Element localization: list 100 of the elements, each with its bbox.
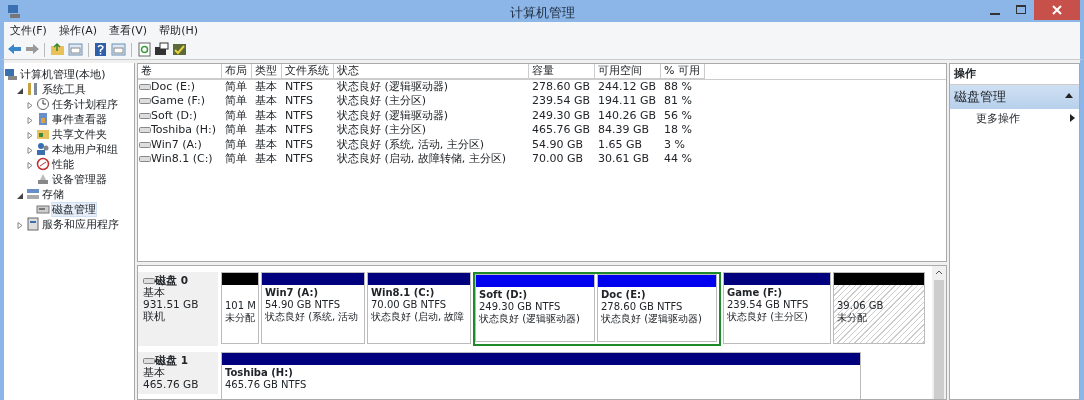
drive-properties-icon[interactable] [154, 42, 170, 57]
table-cell-text: 56 % [663, 108, 693, 124]
action-link[interactable]: 更多操作 [976, 110, 1020, 128]
column-header[interactable]: 状态 [334, 63, 529, 79]
folder-up-icon[interactable] [50, 42, 65, 57]
table-cell-text: 状态良好 (逻辑驱动器) [336, 79, 450, 95]
menu-item[interactable]: 文件(F) [4, 22, 53, 40]
table-cell-text: 70.00 GB [531, 152, 585, 167]
drive-icon [139, 82, 151, 91]
close-icon [1052, 4, 1062, 15]
tree-item[interactable]: 任务计划程序 [52, 97, 118, 111]
column-header[interactable]: % 可用 [661, 63, 705, 79]
table-cell-text: 239.54 GB [531, 94, 592, 109]
drive-icon [139, 126, 151, 135]
table-cell-text: 状态良好 (主分区) [336, 123, 428, 138]
action-section[interactable]: 磁盘管理 [950, 85, 1079, 109]
column-header[interactable]: 可用空间 [595, 63, 661, 79]
tree-item[interactable]: 本地用户和组 [52, 142, 118, 156]
tree-item[interactable]: 系统工具 [42, 82, 86, 96]
table-cell-text: 194.11 GB [597, 94, 658, 109]
expanded-triangle-icon[interactable] [17, 192, 23, 200]
partition[interactable]: Game (F:) 239.54 GB NTFS 状态良好 (主分区) [723, 272, 831, 345]
partition-label: Win8.1 (C:) [371, 287, 436, 300]
tree-item[interactable]: 磁盘管理 [52, 202, 96, 216]
table-cell-text: 简单 [224, 152, 248, 167]
disk-type: 基本 [143, 286, 166, 299]
partition-status: 状态良好 (启动, 故障 [371, 311, 466, 324]
table-cell-text: 54.90 GB [531, 137, 585, 153]
tree-item[interactable]: 事件查看器 [52, 112, 107, 126]
tree-item[interactable]: 设备管理器 [52, 172, 107, 186]
tree-item[interactable]: 共享文件夹 [52, 127, 107, 141]
table-cell-text: NTFS [284, 137, 315, 153]
expanded-triangle-icon[interactable] [17, 87, 23, 95]
table-cell: Win7 (A:) [151, 137, 202, 151]
drive-check-icon[interactable] [172, 42, 187, 57]
table-cell-text: 249.30 GB [531, 108, 592, 124]
tree-item[interactable]: 服务和应用程序 [42, 217, 119, 231]
column-header[interactable]: 容量 [529, 63, 595, 79]
tree-item[interactable]: 存储 [42, 187, 64, 201]
partition-status: 状态良好 (主分区) [727, 311, 809, 324]
drive-icon [143, 357, 155, 366]
collapse-arrow-icon[interactable] [1065, 93, 1073, 99]
table-cell-text: 简单 [224, 94, 248, 109]
table-cell-text: 基本 [254, 108, 278, 124]
collapsed-triangle-icon[interactable] [27, 132, 33, 140]
book-icon [36, 111, 50, 126]
partition-size: 39.06 GB [837, 300, 885, 313]
partition[interactable]: Win7 (A:) 54.90 GB NTFS 状态良好 (系统, 活动 [261, 272, 365, 345]
disk-size: 465.76 GB [143, 378, 200, 391]
close-button[interactable] [1034, 0, 1080, 20]
window-title: 计算机管理 [508, 4, 576, 22]
disk-type: 基本 [143, 366, 166, 379]
help-icon[interactable] [93, 42, 109, 57]
table-cell-text: 状态良好 (系统, 活动, 主分区) [336, 137, 486, 153]
table-cell-text: 状态良好 (启动, 故障转储, 主分区) [336, 152, 508, 167]
collapsed-triangle-icon[interactable] [27, 102, 33, 110]
collapsed-triangle-icon[interactable] [27, 162, 33, 170]
partition[interactable]: Toshiba (H:) 465.76 GB NTFS [221, 352, 861, 399]
tree-item[interactable]: 性能 [52, 157, 74, 171]
table-cell-text: NTFS [284, 79, 315, 95]
table-cell-text: 简单 [224, 108, 248, 124]
column-header[interactable]: 类型 [252, 63, 282, 79]
partition[interactable]: 39.06 GB 未分配 [833, 272, 925, 345]
partition[interactable]: 101 M 未分配 [221, 272, 259, 345]
menu-item[interactable]: 操作(A) [52, 22, 104, 40]
scrollbar[interactable] [932, 266, 946, 399]
menu-item[interactable]: 查看(V) [103, 22, 154, 40]
table-cell-text: 44 % [663, 152, 693, 167]
partition-status: 未分配 [837, 312, 868, 325]
tree-item[interactable]: 计算机管理(本地) [20, 67, 106, 81]
table-cell-text: 3 % [663, 137, 686, 153]
refresh-icon[interactable] [136, 42, 152, 57]
partition-label: Toshiba (H:) [225, 367, 294, 380]
collapsed-triangle-icon[interactable] [27, 117, 33, 125]
partition[interactable]: Win8.1 (C:) 70.00 GB NTFS 状态良好 (启动, 故障 [367, 272, 471, 345]
drive-icon [139, 155, 151, 164]
table-cell: Toshiba (H:) [151, 123, 217, 137]
drive-icon [139, 111, 151, 120]
column-header[interactable]: 文件系统 [282, 63, 334, 79]
partition[interactable]: Soft (D:) 249.30 GB NTFS 状态良好 (逻辑驱动器) [475, 274, 595, 343]
column-header[interactable]: 卷 [138, 63, 222, 79]
table-cell-text: 简单 [224, 79, 248, 95]
partition-bar [222, 273, 258, 286]
table-cell-text: 465.76 GB [531, 123, 592, 138]
menu-item[interactable]: 帮助(H) [153, 22, 204, 40]
partition-size: 278.60 GB NTFS [601, 301, 684, 313]
table-cell-text: 状态良好 (逻辑驱动器) [336, 108, 450, 124]
collapsed-triangle-icon[interactable] [27, 147, 33, 155]
maximize-icon [1016, 4, 1026, 15]
column-header[interactable]: 布局 [222, 63, 252, 79]
storage-icon [26, 186, 40, 201]
forward-arrow-icon[interactable] [24, 42, 40, 57]
section-title: 磁盘管理 [954, 89, 1006, 105]
collapsed-triangle-icon[interactable] [17, 222, 23, 230]
table-cell-text: 基本 [254, 152, 278, 167]
back-arrow-icon[interactable] [6, 42, 22, 57]
disk-name: 磁盘 0 [155, 274, 188, 287]
partition[interactable]: Doc (E:) 278.60 GB NTFS 状态良好 (逻辑驱动器) [597, 274, 717, 343]
pane-icon[interactable] [67, 42, 83, 57]
tools-icon [26, 81, 40, 96]
